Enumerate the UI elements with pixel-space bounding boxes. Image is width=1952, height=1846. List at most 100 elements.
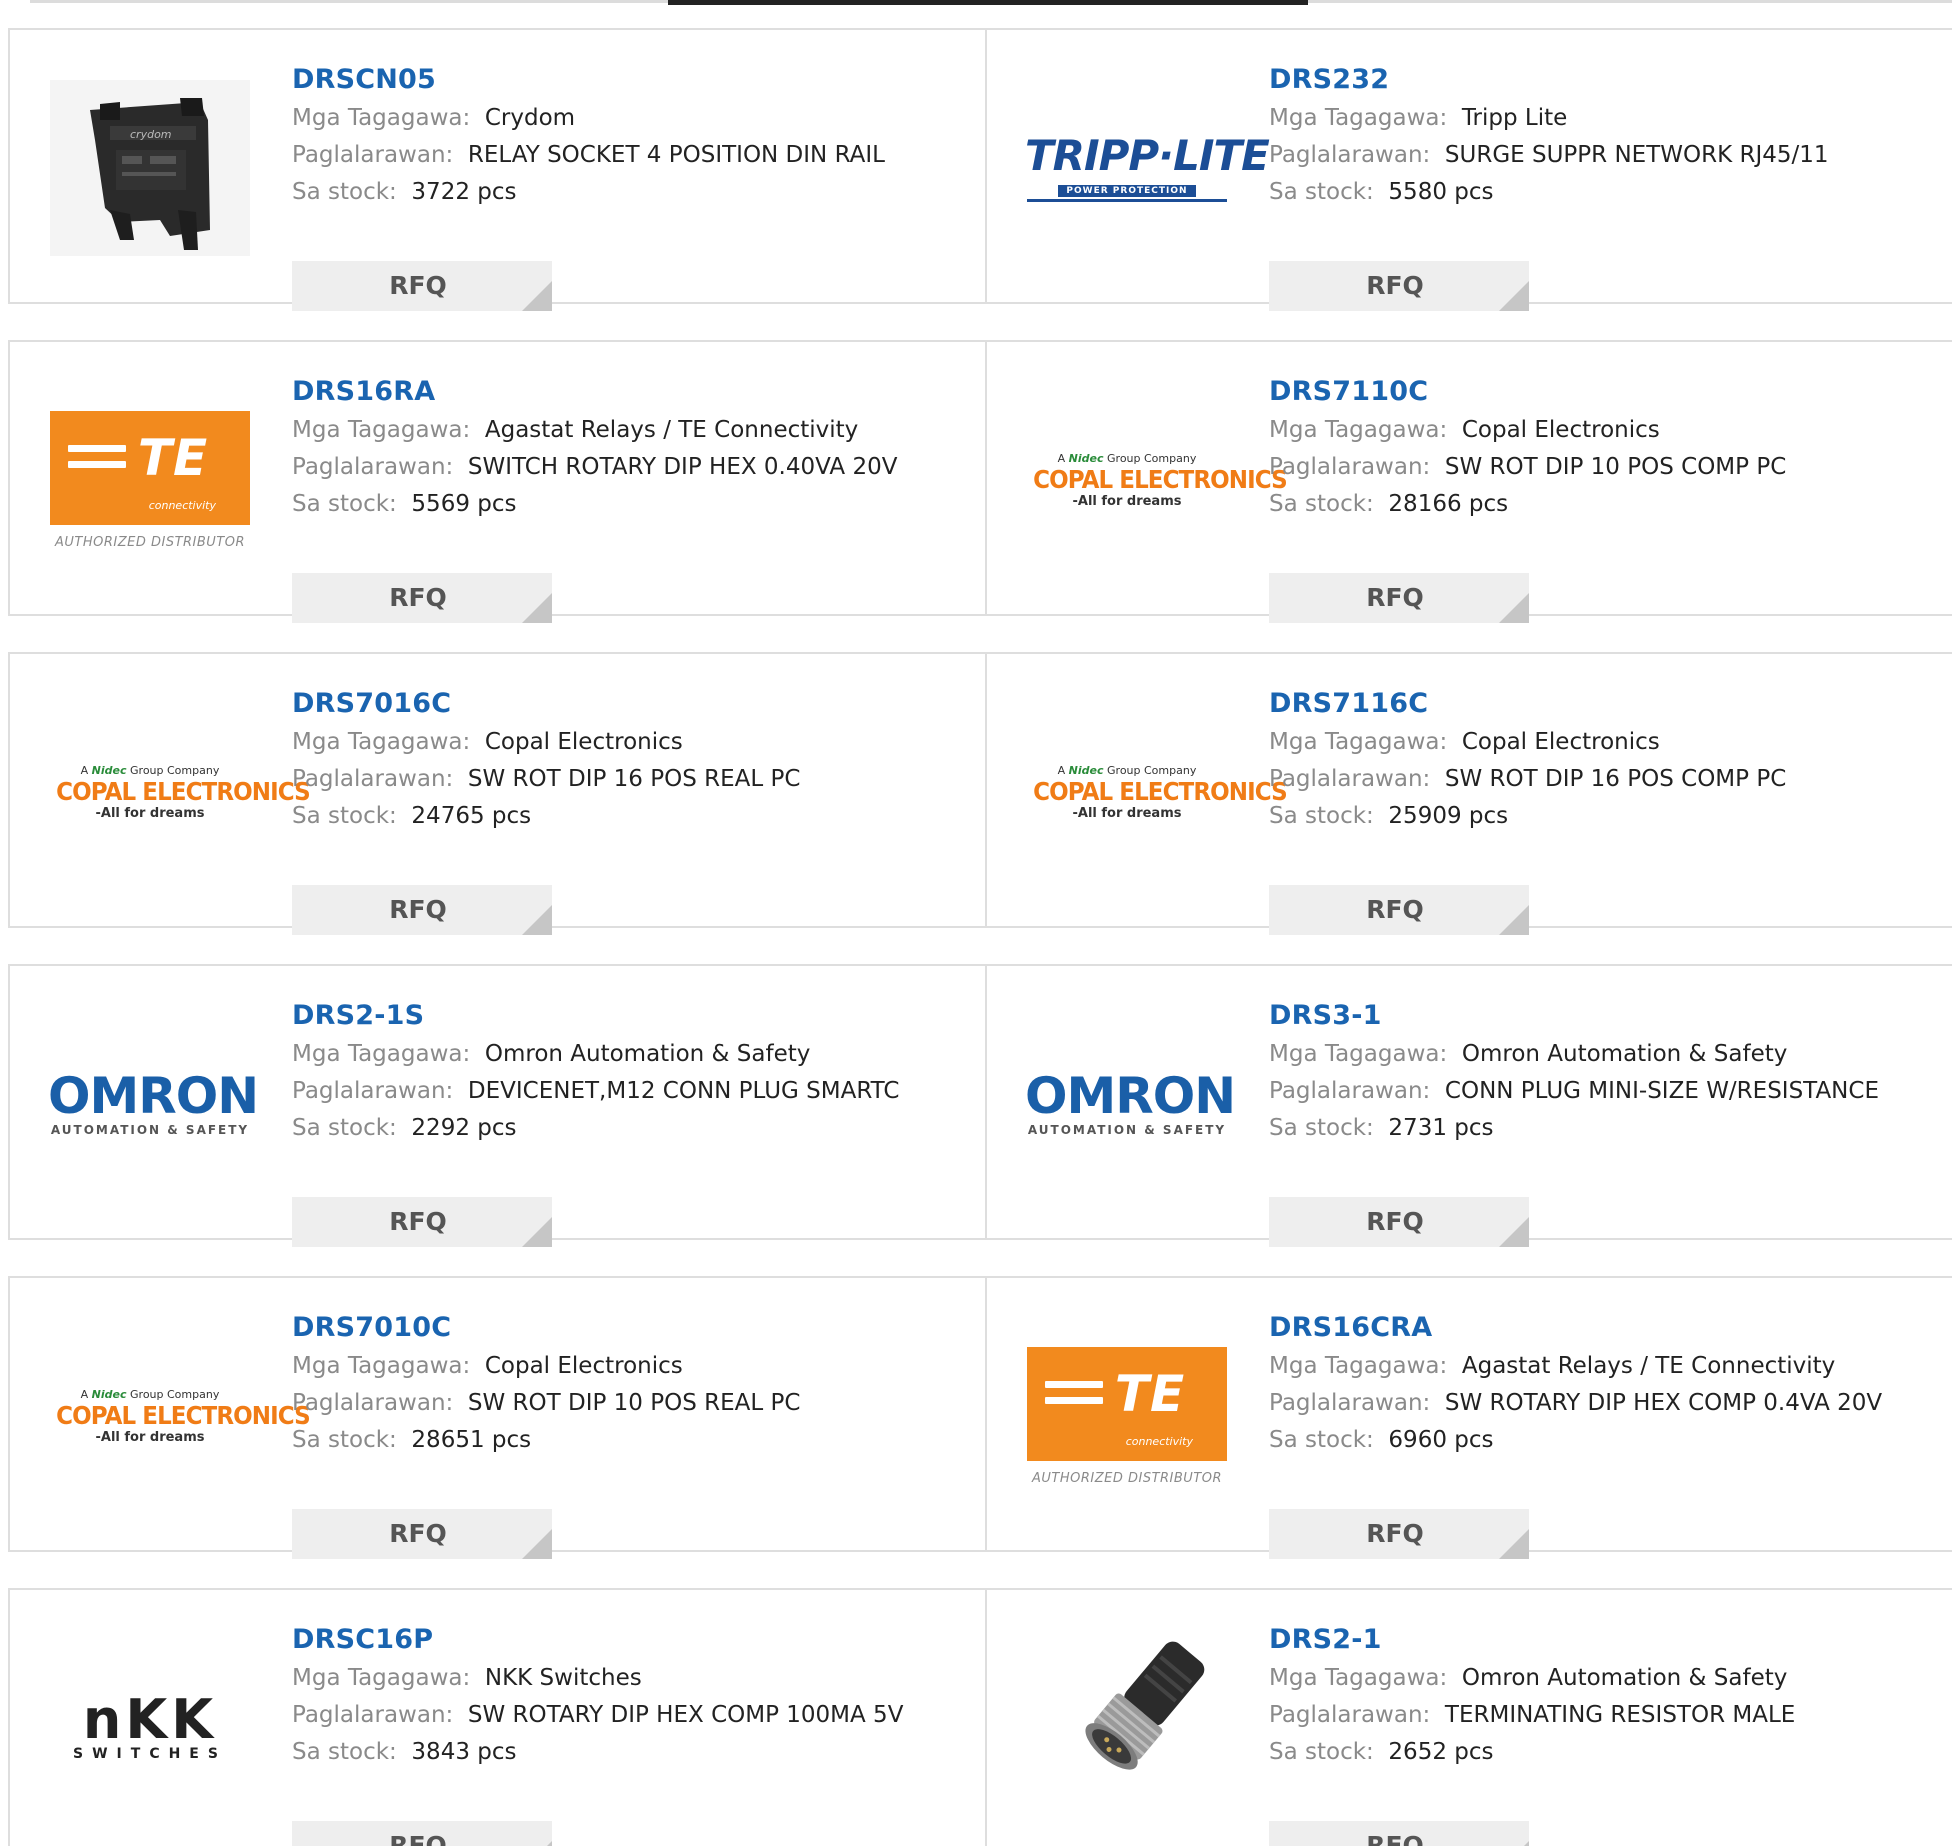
rfq-button[interactable]: RFQ xyxy=(1269,573,1529,623)
rfq-button[interactable]: RFQ xyxy=(292,1197,552,1247)
rfq-label: RFQ xyxy=(389,271,447,300)
manufacturer-label: Mga Tagagawa: xyxy=(292,729,471,755)
description-row: Paglalarawan: SWITCH ROTARY DIP HEX 0.40… xyxy=(292,449,975,486)
description-value: DEVICENET,M12 CONN PLUG SMARTC xyxy=(467,1078,900,1104)
part-number-link[interactable]: DRS7116C xyxy=(1269,684,1942,724)
manufacturer-logo[interactable]: OMRON AUTOMATION & SAFETY xyxy=(1025,1016,1236,1192)
corner-triangle-icon xyxy=(522,593,552,623)
product-row: nKK SWITCHES DRSC16P Mga Tagagawa: NKK S… xyxy=(8,1588,1952,1846)
product-info: DRS2-1S Mga Tagagawa: Omron Automation &… xyxy=(292,996,975,1247)
manufacturer-label: Mga Tagagawa: xyxy=(292,1041,471,1067)
te-subtitle: connectivity xyxy=(1125,1434,1193,1448)
stock-value: 2292 pcs xyxy=(411,1115,517,1141)
part-number-link[interactable]: DRS16CRA xyxy=(1269,1308,1942,1348)
corner-triangle-icon xyxy=(1499,593,1529,623)
stock-value: 2652 pcs xyxy=(1388,1739,1494,1765)
stock-label: Sa stock: xyxy=(292,1427,397,1453)
description-row: Paglalarawan: CONN PLUG MINI-SIZE W/RESI… xyxy=(1269,1073,1942,1110)
manufacturer-logo[interactable]: A Nidec Group Company COPAL ELECTRONICS … xyxy=(48,1328,311,1504)
part-number-link[interactable]: DRS3-1 xyxy=(1269,996,1942,1036)
product-info: DRS2-1 Mga Tagagawa: Omron Automation & … xyxy=(1269,1620,1942,1846)
manufacturer-logo[interactable]: A Nidec Group Company COPAL ELECTRONICS … xyxy=(1025,392,1288,568)
manufacturer-row: Mga Tagagawa: Copal Electronics xyxy=(292,724,975,761)
rfq-button[interactable]: RFQ xyxy=(1269,1509,1529,1559)
product-info: DRS16CRA Mga Tagagawa: Agastat Relays / … xyxy=(1269,1308,1942,1559)
rfq-button[interactable]: RFQ xyxy=(292,1509,552,1559)
product-info: DRSC16P Mga Tagagawa: NKK Switches Pagla… xyxy=(292,1620,975,1846)
manufacturer-label: Mga Tagagawa: xyxy=(1269,1353,1448,1379)
part-number-link[interactable]: DRS2-1S xyxy=(292,996,975,1036)
description-label: Paglalarawan: xyxy=(1269,1390,1431,1416)
manufacturer-label: Mga Tagagawa: xyxy=(292,417,471,443)
manufacturer-logo[interactable]: TRIPP·LITE POWER PROTECTION xyxy=(1025,80,1270,256)
product-card: TE connectivity AUTHORIZED DISTRIBUTOR D… xyxy=(985,1276,1952,1559)
manufacturer-value: Tripp Lite xyxy=(1461,105,1568,131)
relay-socket-photo: crydom xyxy=(50,80,250,256)
copal-logo: A Nidec Group Company COPAL ELECTRONICS … xyxy=(48,1388,311,1445)
manufacturer-row: Mga Tagagawa: Copal Electronics xyxy=(292,1348,975,1385)
rfq-button[interactable]: RFQ xyxy=(1269,261,1529,311)
part-number-link[interactable]: DRS7010C xyxy=(292,1308,975,1348)
te-subtitle: connectivity xyxy=(148,498,216,512)
part-number-link[interactable]: DRSCN05 xyxy=(292,60,975,100)
manufacturer-logo[interactable]: TE connectivity AUTHORIZED DISTRIBUTOR xyxy=(48,392,252,568)
product-card: TE connectivity AUTHORIZED DISTRIBUTOR D… xyxy=(8,340,987,623)
copal-tagline: -All for dreams xyxy=(95,1429,205,1445)
rfq-button[interactable]: RFQ xyxy=(1269,885,1529,935)
stock-value: 28166 pcs xyxy=(1388,491,1509,517)
crydom-wordmark: crydom xyxy=(130,128,172,141)
product-image[interactable] xyxy=(1025,1640,1229,1816)
omron-logo: OMRON AUTOMATION & SAFETY xyxy=(48,1071,259,1137)
te-logo: TE connectivity AUTHORIZED DISTRIBUTOR xyxy=(50,410,250,550)
product-info: DRS7010C Mga Tagagawa: Copal Electronics… xyxy=(292,1308,975,1559)
description-row: Paglalarawan: SURGE SUPPR NETWORK RJ45/1… xyxy=(1269,137,1942,174)
description-value: SW ROT DIP 10 POS REAL PC xyxy=(467,1390,801,1416)
nkk-logo: nKK SWITCHES xyxy=(48,1693,252,1763)
rfq-label: RFQ xyxy=(389,1207,447,1236)
part-number-link[interactable]: DRS232 xyxy=(1269,60,1942,100)
rfq-button[interactable]: RFQ xyxy=(292,261,552,311)
part-number-link[interactable]: DRS16RA xyxy=(292,372,975,412)
product-info: DRS7110C Mga Tagagawa: Copal Electronics… xyxy=(1269,372,1942,623)
product-card: A Nidec Group Company COPAL ELECTRONICS … xyxy=(8,652,987,935)
description-value: SW ROT DIP 10 POS COMP PC xyxy=(1444,454,1787,480)
description-row: Paglalarawan: TERMINATING RESISTOR MALE xyxy=(1269,1697,1942,1734)
rfq-button[interactable]: RFQ xyxy=(292,885,552,935)
product-card: DRS2-1 Mga Tagagawa: Omron Automation & … xyxy=(985,1588,1952,1846)
rfq-button[interactable]: RFQ xyxy=(292,1821,552,1846)
copal-tagline: -All for dreams xyxy=(1072,493,1182,509)
product-row: TE connectivity AUTHORIZED DISTRIBUTOR D… xyxy=(8,340,1952,623)
tripp-lite-logo: TRIPP·LITE POWER PROTECTION xyxy=(1025,134,1270,202)
manufacturer-row: Mga Tagagawa: Agastat Relays / TE Connec… xyxy=(1269,1348,1942,1385)
rfq-button[interactable]: RFQ xyxy=(1269,1821,1529,1846)
part-number-link[interactable]: DRS2-1 xyxy=(1269,1620,1942,1660)
description-row: Paglalarawan: RELAY SOCKET 4 POSITION DI… xyxy=(292,137,975,174)
corner-triangle-icon xyxy=(1499,1841,1529,1846)
stock-label: Sa stock: xyxy=(292,491,397,517)
corner-triangle-icon xyxy=(1499,281,1529,311)
stock-value: 2731 pcs xyxy=(1388,1115,1494,1141)
description-value: CONN PLUG MINI-SIZE W/RESISTANCE xyxy=(1444,1078,1879,1104)
part-number-link[interactable]: DRS7110C xyxy=(1269,372,1942,412)
rfq-button[interactable]: RFQ xyxy=(1269,1197,1529,1247)
manufacturer-label: Mga Tagagawa: xyxy=(1269,1665,1448,1691)
copal-group-line: A Nidec Group Company xyxy=(1057,763,1197,777)
manufacturer-logo[interactable]: A Nidec Group Company COPAL ELECTRONICS … xyxy=(1025,704,1288,880)
stock-row: Sa stock: 3722 pcs xyxy=(292,174,975,211)
copal-tagline: -All for dreams xyxy=(1072,805,1182,821)
te-wordmark: TE xyxy=(137,428,209,487)
rfq-label: RFQ xyxy=(1366,583,1424,612)
part-number-link[interactable]: DRSC16P xyxy=(292,1620,975,1660)
stock-value: 25909 pcs xyxy=(1388,803,1509,829)
manufacturer-logo[interactable]: TE connectivity AUTHORIZED DISTRIBUTOR xyxy=(1025,1328,1229,1504)
stock-row: Sa stock: 28651 pcs xyxy=(292,1422,975,1459)
stock-value: 3843 pcs xyxy=(411,1739,517,1765)
rfq-label: RFQ xyxy=(389,1519,447,1548)
manufacturer-logo[interactable]: A Nidec Group Company COPAL ELECTRONICS … xyxy=(48,704,311,880)
manufacturer-logo[interactable]: nKK SWITCHES xyxy=(48,1640,252,1816)
description-label: Paglalarawan: xyxy=(292,142,454,168)
product-image[interactable]: crydom xyxy=(48,80,252,256)
part-number-link[interactable]: DRS7016C xyxy=(292,684,975,724)
rfq-button[interactable]: RFQ xyxy=(292,573,552,623)
manufacturer-logo[interactable]: OMRON AUTOMATION & SAFETY xyxy=(48,1016,259,1192)
